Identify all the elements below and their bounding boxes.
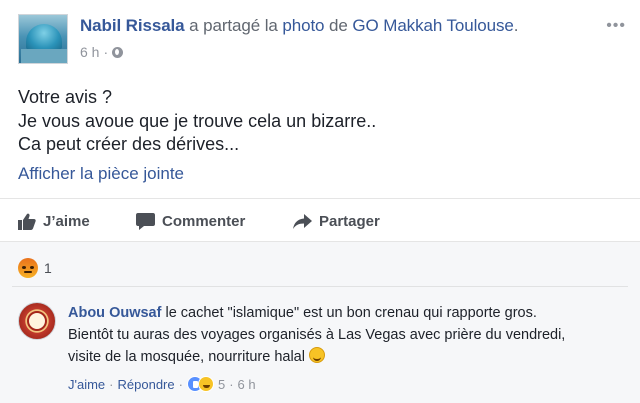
angry-reaction-icon	[18, 258, 38, 278]
like-button[interactable]: J’aime	[18, 213, 90, 230]
comment-meta-dot-1: ·	[109, 376, 114, 392]
mosque-base-image	[21, 49, 67, 63]
commenter-avatar-image	[27, 311, 47, 331]
more-options-icon[interactable]: •••	[606, 18, 626, 34]
commenter-avatar[interactable]	[18, 302, 56, 340]
comment-like-link[interactable]: J'aime	[68, 377, 105, 392]
author-avatar[interactable]	[18, 14, 68, 64]
reactions-summary[interactable]: 1	[18, 258, 52, 278]
comment-meta: J'aime · Répondre · 5 · 6 h	[68, 376, 256, 392]
post-text-line-2: Je vous avoue que je trouve cela un biza…	[18, 110, 377, 131]
comment-reactions[interactable]	[186, 376, 214, 392]
post-time-separator: ·	[103, 44, 109, 60]
of-text: de	[329, 16, 348, 35]
comment-text-3: visite de la mosquée, nourriture halal	[68, 349, 305, 365]
comment-bubble-icon	[136, 213, 155, 230]
header-period: .	[513, 16, 519, 35]
comment-meta-dot-2: ·	[178, 376, 183, 392]
post-time[interactable]: 6 h	[80, 44, 99, 60]
post-text-line-3: Ca peut créer des dérives...	[18, 134, 240, 154]
mosque-dome-image	[26, 24, 62, 50]
photo-link[interactable]: photo	[282, 16, 324, 35]
comment-button[interactable]: Commenter	[136, 213, 245, 230]
like-button-label: J’aime	[43, 213, 90, 230]
share-button-label: Partager	[319, 213, 380, 230]
post-meta: 6 h ·	[80, 44, 124, 60]
share-button[interactable]: Partager	[293, 213, 380, 230]
comment-line-3: visite de la mosquée, nourriture halal	[68, 346, 628, 368]
smile-emoji-icon	[309, 347, 325, 363]
post-text: Votre avis ? Je vous avoue que je trouve…	[18, 86, 376, 157]
comment-button-label: Commenter	[162, 213, 246, 230]
post-header-line: Nabil Rissala a partagé la photo de GO M…	[80, 16, 518, 36]
shared-text: a partagé la	[189, 16, 278, 35]
post-text-line-1: Votre avis ?	[18, 87, 113, 107]
thumbs-up-icon	[18, 213, 36, 230]
page-name-link[interactable]: GO Makkah Toulouse	[352, 16, 513, 35]
comment-time[interactable]: 6 h	[238, 377, 256, 392]
comment-reaction-count: 5	[217, 376, 226, 392]
haha-reaction-icon	[197, 376, 214, 392]
comments-divider	[12, 286, 628, 287]
share-arrow-icon	[293, 214, 312, 229]
comment-meta-dot-3: ·	[229, 376, 234, 392]
author-name-link[interactable]: Nabil Rissala	[80, 16, 185, 35]
post-actions-bar: J’aime Commenter Partager	[0, 198, 640, 242]
reaction-count: 1	[44, 260, 52, 276]
comment-line-1: Abou Ouwsaf le cachet "islamique" est un…	[68, 302, 628, 324]
show-attachment-link[interactable]: Afficher la pièce jointe	[18, 164, 184, 184]
comment-text-2: Bientôt tu auras des voyages organisés à…	[68, 327, 566, 343]
globe-icon[interactable]	[112, 46, 124, 58]
comment-text-1: le cachet "islamique" est un bon crenau …	[165, 305, 537, 321]
commenter-name-link[interactable]: Abou Ouwsaf	[68, 305, 161, 321]
comment-body: Abou Ouwsaf le cachet "islamique" est un…	[68, 302, 628, 368]
comment-reply-link[interactable]: Répondre	[118, 377, 175, 392]
